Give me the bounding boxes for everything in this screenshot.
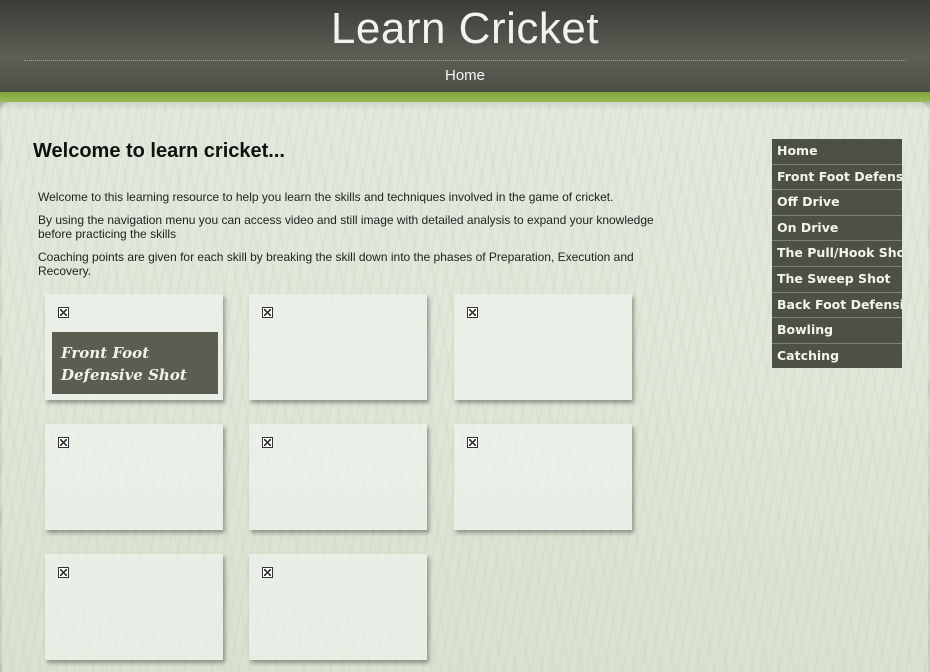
skill-tile[interactable] bbox=[454, 424, 632, 530]
side-nav-item-back-foot-defensive[interactable]: Back Foot Defensive bbox=[772, 293, 902, 319]
side-nav-item-catching[interactable]: Catching bbox=[772, 344, 902, 369]
header-divider bbox=[24, 60, 906, 61]
header-accent-strip bbox=[0, 92, 930, 102]
side-nav-item-off-drive[interactable]: Off Drive bbox=[772, 190, 902, 216]
skill-tile[interactable] bbox=[454, 294, 632, 400]
skill-tile[interactable] bbox=[249, 424, 427, 530]
page-heading: Welcome to learn cricket... bbox=[33, 140, 285, 162]
site-title: Learn Cricket bbox=[330, 4, 600, 53]
side-nav-item-front-foot-defensive[interactable]: Front Foot Defensive bbox=[772, 165, 902, 191]
broken-image-icon bbox=[467, 437, 478, 448]
tile-caption-line-1: Front Foot bbox=[61, 344, 150, 362]
broken-image-icon bbox=[58, 437, 69, 448]
broken-image-icon bbox=[58, 567, 69, 578]
intro-paragraph-2: By using the navigation menu you can acc… bbox=[38, 213, 654, 241]
broken-image-icon bbox=[58, 307, 69, 318]
top-nav: Home bbox=[0, 67, 930, 84]
side-nav-item-home[interactable]: Home bbox=[772, 139, 902, 165]
skill-tile[interactable] bbox=[45, 554, 223, 660]
skill-tile-front-foot-defensive[interactable]: Front Foot Defensive Shot bbox=[45, 294, 223, 400]
intro-paragraph-1: Welcome to this learning resource to hel… bbox=[38, 190, 614, 204]
broken-image-icon bbox=[262, 567, 273, 578]
side-nav-item-bowling[interactable]: Bowling bbox=[772, 318, 902, 344]
broken-image-icon bbox=[262, 307, 273, 318]
site-header: Learn Cricket Home bbox=[0, 0, 930, 95]
tile-caption-line-2: Defensive Shot bbox=[61, 366, 187, 384]
top-nav-home-link[interactable]: Home bbox=[445, 67, 485, 84]
broken-image-icon bbox=[467, 307, 478, 318]
skill-tile[interactable] bbox=[249, 554, 427, 660]
skill-tile[interactable] bbox=[249, 294, 427, 400]
side-nav-item-on-drive[interactable]: On Drive bbox=[772, 216, 902, 242]
broken-image-icon bbox=[262, 437, 273, 448]
side-nav-item-pull-hook-shot[interactable]: The Pull/Hook Shot bbox=[772, 241, 902, 267]
tile-caption: Front Foot Defensive Shot bbox=[52, 332, 218, 394]
side-nav-item-sweep-shot[interactable]: The Sweep Shot bbox=[772, 267, 902, 293]
skill-tile[interactable] bbox=[45, 424, 223, 530]
side-nav: Home Front Foot Defensive Off Drive On D… bbox=[772, 139, 902, 369]
intro-paragraph-3: Coaching points are given for each skill… bbox=[38, 250, 634, 278]
